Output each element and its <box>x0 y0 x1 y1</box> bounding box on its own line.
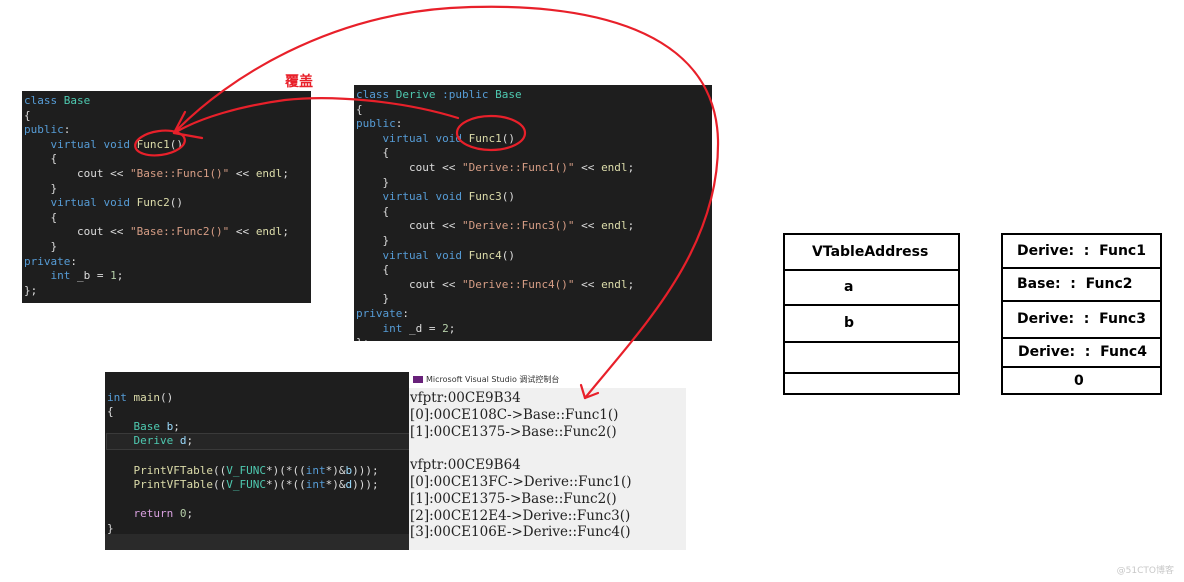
object-layout-cell: b <box>785 306 958 343</box>
vtable-cell: Derive: : Func1 <box>1003 235 1160 269</box>
watermark: @51CTO博客 <box>1116 566 1174 576</box>
code-line: cout << "Derive::Func4()" << endl; <box>356 277 635 291</box>
console-line: vfptr:00CE9B64 <box>410 457 521 474</box>
console-line: [3]:00CE106E->Derive::Func4() <box>410 524 631 541</box>
console-line: [2]:00CE12E4->Derive::Func3() <box>410 507 631 524</box>
code-line: cout << "Base::Func1()" << endl; <box>24 166 289 180</box>
debug-console-window: Microsoft Visual Studio 调试控制台 vfptr:00CE… <box>409 372 686 550</box>
code-line: int _d = 2; <box>382 321 456 335</box>
main-function-code-panel: int main(){ Base b; Derive d; PrintVFTab… <box>105 372 409 550</box>
console-line: [1]:00CE1375->Base::Func2() <box>410 423 617 440</box>
code-line: { <box>24 210 58 224</box>
console-title-bar: Microsoft Visual Studio 调试控制台 <box>409 372 686 388</box>
code-line: { <box>24 108 31 122</box>
vtable-cell: Base: : Func2 <box>1003 269 1160 302</box>
code-line: cout << "Derive::Func3()" << endl; <box>356 219 635 233</box>
code-line: }; <box>356 336 712 341</box>
code-line: cout << "Base::Func2()" << endl; <box>24 225 289 239</box>
editor-status-strip <box>105 534 409 550</box>
object-layout-cell <box>785 343 958 374</box>
code-line: { <box>107 405 114 419</box>
code-line: } <box>24 181 58 195</box>
code-line: virtual void Func4() <box>382 248 515 262</box>
code-line: virtual void Func1() <box>50 137 183 151</box>
object-layout-cell: VTableAddress <box>785 235 958 271</box>
console-line: [1]:00CE1375->Base::Func2() <box>410 490 617 507</box>
code-line: class Base <box>24 94 91 107</box>
console-line: vfptr:00CE9B34 <box>410 390 521 406</box>
code-line: }; <box>24 283 38 297</box>
object-layout-table: VTableAddress a b <box>783 233 960 395</box>
code-line: virtual void Func1() <box>382 131 515 145</box>
visual-studio-icon <box>413 376 423 383</box>
code-line: virtual void Func2() <box>50 196 183 210</box>
code-line: } <box>356 292 390 306</box>
vtable-layout-table: Derive: : Func1 Base: : Func2 Derive: : Fu… <box>1001 233 1162 395</box>
code-line: } <box>356 233 390 247</box>
vtable-cell: 0 <box>1074 373 1084 389</box>
console-line: [0]:00CE108C->Base::Func1() <box>410 406 619 423</box>
code-line: PrintVFTable((V_FUNC*)(*((int*)&b))); <box>133 463 379 477</box>
object-layout-cell <box>785 374 958 397</box>
vtable-cell: Derive: : Func3 <box>1003 302 1160 339</box>
code-line: { <box>356 263 390 277</box>
code-line: { <box>24 152 58 166</box>
code-line: public: <box>24 123 71 137</box>
vtable-cell: Derive: : Func4 <box>1003 339 1160 368</box>
derive-class-code-panel: class Derive :public Base{public: virtua… <box>354 85 712 341</box>
code-line: int main() <box>107 390 174 404</box>
code-line: private: <box>356 306 409 320</box>
code-line: int _b = 1; <box>50 269 124 283</box>
console-line: [0]:00CE13FC->Derive::Func1() <box>410 473 632 490</box>
console-output: vfptr:00CE9B34 [0]:00CE108C->Base::Func1(… <box>409 390 686 541</box>
code-line: return 0; <box>133 507 194 521</box>
code-line: private: <box>24 254 77 268</box>
code-line: { <box>356 146 390 160</box>
console-title: Microsoft Visual Studio 调试控制台 <box>426 375 560 384</box>
override-annotation-label: 覆盖 <box>285 74 313 90</box>
code-line: Base b; <box>133 419 180 433</box>
base-class-code-panel: class Base{public: virtual void Func1() … <box>22 91 311 303</box>
code-line: } <box>356 175 390 189</box>
code-line: } <box>24 239 58 253</box>
code-line: { <box>356 204 390 218</box>
code-line: public: <box>356 117 403 131</box>
code-line: PrintVFTable((V_FUNC*)(*((int*)&d))); <box>133 478 379 492</box>
code-line: Derive d; <box>106 433 409 450</box>
code-line: cout << "Derive::Func1()" << endl; <box>356 160 635 174</box>
object-layout-cell: a <box>785 271 958 306</box>
code-line: class Derive :public Base <box>356 88 522 101</box>
code-line: { <box>356 102 363 116</box>
code-line: virtual void Func3() <box>382 190 515 204</box>
